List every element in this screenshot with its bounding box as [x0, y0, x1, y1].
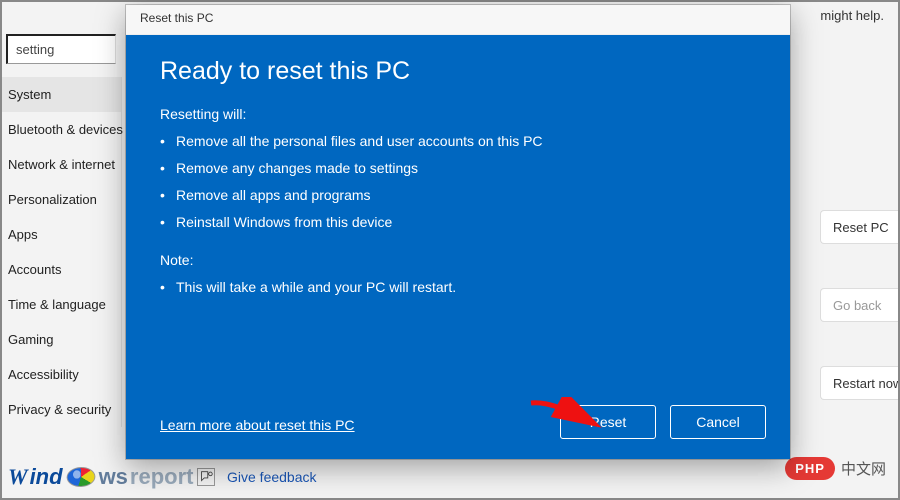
sidebar-item[interactable]: Network & internet	[2, 147, 122, 182]
dialog-note-header: Note:	[160, 252, 756, 268]
windowsreport-watermark: W ind ws report	[8, 464, 193, 490]
feedback-icon	[197, 468, 215, 486]
settings-search-input[interactable]	[6, 34, 116, 64]
dialog-intro: Resetting will:	[160, 106, 756, 122]
learn-more-link[interactable]: Learn more about reset this PC	[160, 417, 355, 433]
restart-now-button[interactable]: Restart now	[820, 366, 898, 400]
bullet-item: Remove any changes made to settings	[160, 155, 756, 182]
dialog-heading: Ready to reset this PC	[160, 57, 756, 86]
bullet-item: Reinstall Windows from this device	[160, 209, 756, 236]
reset-button[interactable]: Reset	[560, 405, 656, 439]
bg-help-hint: might help.	[820, 8, 884, 23]
sidebar-item[interactable]: Gaming	[2, 322, 122, 357]
bullet-item: Remove all apps and programs	[160, 182, 756, 209]
feedback-label: Give feedback	[227, 469, 317, 485]
give-feedback-link[interactable]: Give feedback	[197, 468, 317, 486]
sidebar-item[interactable]: Apps	[2, 217, 122, 252]
reset-pc-dialog: Reset this PC Ready to reset this PC Res…	[126, 5, 790, 459]
reset-pc-button[interactable]: Reset PC	[820, 210, 898, 244]
sidebar-item[interactable]: Bluetooth & devices	[2, 112, 122, 147]
go-back-button[interactable]: Go back	[820, 288, 898, 322]
bullet-item: Remove all the personal files and user a…	[160, 128, 756, 155]
sidebar-item[interactable]: System	[2, 77, 122, 112]
bullet-item: This will take a while and your PC will …	[160, 274, 756, 301]
cancel-button[interactable]: Cancel	[670, 405, 766, 439]
dialog-bullets-note: This will take a while and your PC will …	[160, 274, 756, 301]
dialog-bullets-reset: Remove all the personal files and user a…	[160, 128, 756, 236]
sidebar-item[interactable]: Accounts	[2, 252, 122, 287]
sidebar-item[interactable]: Personalization	[2, 182, 122, 217]
sidebar-item[interactable]: Time & language	[2, 287, 122, 322]
sidebar-item[interactable]: Privacy & security	[2, 392, 122, 427]
sidebar-item[interactable]: Accessibility	[2, 357, 122, 392]
settings-sidebar: SystemBluetooth & devicesNetwork & inter…	[2, 77, 122, 427]
php-cn-watermark: PHP 中文网	[785, 457, 886, 480]
dialog-titlebar: Reset this PC	[126, 5, 790, 35]
